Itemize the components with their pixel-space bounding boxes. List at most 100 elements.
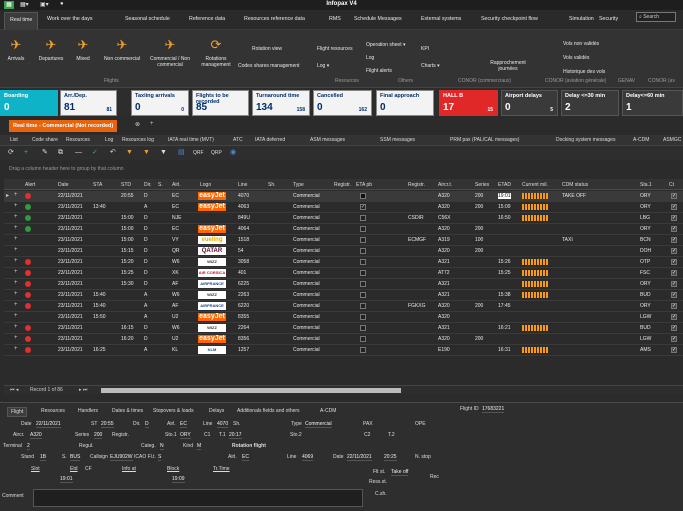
table-row[interactable]: +23/11/2021 15:40 A W6 WIZZ 2263 Commercial A32… bbox=[4, 290, 683, 301]
detail-tab-handlers[interactable]: Handlers bbox=[75, 407, 101, 415]
table-row[interactable]: +23/11/2021 15:20 D W6 WIZZ 3058 Commercial A32… bbox=[4, 257, 683, 268]
st-field[interactable]: 20:55 bbox=[101, 421, 114, 428]
tab-real-time[interactable]: Real time bbox=[4, 12, 39, 30]
expand-row-icon[interactable]: + bbox=[14, 258, 18, 264]
col-type[interactable]: Type bbox=[293, 182, 304, 188]
row-checkbox[interactable]: ✓ bbox=[671, 303, 677, 309]
row-checkbox[interactable]: ✓ bbox=[671, 270, 677, 276]
icao-field[interactable]: S bbox=[158, 454, 162, 461]
eta-pb-checkbox[interactable] bbox=[360, 325, 366, 331]
line-field[interactable]: 4070 bbox=[217, 421, 229, 428]
filter-icon[interactable]: ▼ bbox=[126, 149, 133, 157]
subtab-log[interactable]: Log bbox=[105, 137, 113, 143]
expand-row-icon[interactable]: + bbox=[14, 225, 18, 231]
eta-pb-checkbox[interactable] bbox=[360, 259, 366, 265]
kpi-hall-b[interactable]: HALL B 17 15 bbox=[439, 90, 498, 116]
eta-pb-checkbox[interactable] bbox=[360, 248, 366, 254]
eta-pb-checkbox[interactable] bbox=[360, 347, 366, 353]
remove-icon[interactable]: — bbox=[75, 149, 82, 157]
expand-row-icon[interactable]: + bbox=[14, 203, 18, 209]
table-row[interactable]: +23/11/2021 13:40 A EC easyJet 4063 Commercial… bbox=[4, 202, 683, 213]
stand-field[interactable]: 1B bbox=[40, 454, 47, 461]
row-checkbox[interactable]: ✓ bbox=[671, 215, 677, 221]
sto1-field[interactable]: ORY bbox=[180, 432, 191, 439]
kpi-taxiing-arrivals[interactable]: Taxiing arrivals 0 0 bbox=[131, 90, 189, 116]
time2-field[interactable]: 20:25 bbox=[384, 454, 397, 461]
col-s[interactable]: S. bbox=[158, 182, 163, 188]
eta-pb-checkbox[interactable] bbox=[360, 237, 366, 243]
col-date[interactable]: Date bbox=[58, 182, 69, 188]
subtab-iata-real-time[interactable]: IATA real time (MVT) bbox=[168, 137, 214, 143]
expand-row-icon[interactable]: + bbox=[14, 236, 18, 242]
subtab-ssm-messages[interactable]: SSM messages bbox=[380, 137, 415, 143]
line2-field[interactable]: 4069 bbox=[302, 454, 314, 461]
tab-simulation[interactable]: Simulation bbox=[569, 16, 594, 22]
date2-field[interactable]: 22/11/2021 bbox=[347, 454, 372, 461]
filter-edit-icon[interactable]: ▼ bbox=[160, 149, 167, 157]
airl-field[interactable]: EC bbox=[180, 421, 187, 428]
row-checkbox[interactable]: ✓ bbox=[671, 336, 677, 342]
col-alert[interactable]: Alert bbox=[25, 182, 35, 188]
expand-row-icon[interactable]: + bbox=[14, 247, 18, 253]
table-row[interactable]: +23/11/2021 15:50 A U2 easyJet 8355 Commercial… bbox=[4, 312, 683, 323]
subtab-prm-pax[interactable]: PRM pax (PAL/CAL messages) bbox=[450, 137, 519, 143]
table-row[interactable]: ▸ +22/11/2021 20:55 D EC easyJet 4070 Commercia… bbox=[4, 191, 683, 202]
detail-tab-dates-times[interactable]: Dates & times bbox=[109, 407, 146, 415]
table-row[interactable]: +23/11/2021 15:30 D AF AIRFRANCE 6225 Commerci… bbox=[4, 279, 683, 290]
historique-vols-button[interactable]: Historique des vols bbox=[563, 69, 605, 75]
col-current-mil[interactable]: Current mil. bbox=[522, 182, 548, 188]
row-checkbox[interactable]: ✓ bbox=[671, 204, 677, 210]
table-row[interactable]: +23/11/2021 16:20 D U2 easyJet 8356 Commercial… bbox=[4, 334, 683, 345]
etd-field[interactable]: 19:01 bbox=[60, 476, 73, 483]
categ-field[interactable]: N bbox=[160, 443, 164, 450]
col-eta-pb[interactable]: ETA pb bbox=[356, 182, 372, 188]
eta-pb-checkbox[interactable] bbox=[360, 292, 366, 298]
arrivals-button[interactable]: ✈ Arrivals bbox=[2, 36, 30, 62]
eta-pb-checkbox[interactable]: ✓ bbox=[360, 204, 366, 210]
eta-pb-checkbox[interactable] bbox=[360, 270, 366, 276]
tab-reference-data[interactable]: Reference data bbox=[189, 16, 225, 22]
col-sta1[interactable]: Sta.1 bbox=[640, 182, 652, 188]
subtab-a-cdm[interactable]: A-CDM bbox=[633, 137, 649, 143]
row-checkbox[interactable]: ✓ bbox=[671, 347, 677, 353]
tab-security[interactable]: Security bbox=[599, 16, 618, 22]
flight-resources-button[interactable]: Flight resources bbox=[317, 46, 353, 52]
detail-tab-additional[interactable]: Additionals fields and others bbox=[234, 407, 303, 415]
qrf-button[interactable]: QRF bbox=[193, 149, 204, 157]
detail-tab-a-cdm[interactable]: A-CDM bbox=[317, 407, 339, 415]
expand-row-icon[interactable]: + bbox=[14, 269, 18, 275]
undo-icon[interactable]: ↶ bbox=[110, 149, 116, 157]
kpi-button[interactable]: KPI bbox=[421, 46, 429, 52]
date-field[interactable]: 22/11/2021 bbox=[36, 421, 61, 428]
commercial-noncommercial-button[interactable]: ✈ Commercial / Non commercial bbox=[147, 36, 193, 68]
add-icon[interactable]: + bbox=[24, 149, 28, 157]
col-cdm-status[interactable]: CDM status bbox=[562, 182, 588, 188]
subtab-docking[interactable]: Docking system messages bbox=[556, 137, 615, 143]
eta-pb-checkbox[interactable] bbox=[360, 226, 366, 232]
kpi-delay-30[interactable]: Delay <=30 min 2 bbox=[561, 90, 619, 116]
col-dir[interactable]: Dir. bbox=[144, 182, 152, 188]
eta-pb-checkbox[interactable] bbox=[360, 281, 366, 287]
kpi-turnaround-time[interactable]: Turnaround time 134 158 bbox=[252, 90, 310, 116]
expand-row-icon[interactable]: + bbox=[14, 291, 18, 297]
row-checkbox[interactable]: ✓ bbox=[671, 237, 677, 243]
globe-icon[interactable]: ◉ bbox=[230, 149, 236, 157]
row-checkbox[interactable]: ✓ bbox=[671, 259, 677, 265]
table-row[interactable]: +23/11/2021 16:15 D W6 WIZZ 2264 Commercial A32… bbox=[4, 323, 683, 334]
subtab-asm-messages[interactable]: ASM messages bbox=[310, 137, 345, 143]
series-field[interactable]: 200 bbox=[94, 432, 103, 439]
first-record-icon[interactable]: ⏮ ◂ bbox=[10, 387, 18, 393]
kpi-arr-dep[interactable]: Arr./Dep. 81 81 bbox=[60, 90, 117, 116]
aircr-field[interactable]: A320 bbox=[30, 432, 42, 439]
vols-non-valides-button[interactable]: Vols non validés bbox=[563, 41, 599, 47]
col-sh[interactable]: Sh. bbox=[268, 182, 276, 188]
table-row[interactable]: +23/11/2021 16:25 A KL KLM 1257 Commercial E190… bbox=[4, 345, 683, 356]
eta-pb-checkbox[interactable] bbox=[360, 193, 366, 199]
airl2-field[interactable]: EC bbox=[242, 454, 249, 461]
s-field[interactable]: BUS bbox=[70, 454, 81, 461]
expand-row-icon[interactable]: + bbox=[14, 313, 18, 319]
detail-tab-stopovers[interactable]: Stopovers & loads bbox=[150, 407, 197, 415]
tab-work-over-days[interactable]: Work over the days bbox=[47, 16, 93, 22]
rapprochement-button[interactable]: Rapprochement journées bbox=[486, 60, 530, 72]
detail-tab-flight[interactable]: Flight bbox=[7, 407, 28, 417]
